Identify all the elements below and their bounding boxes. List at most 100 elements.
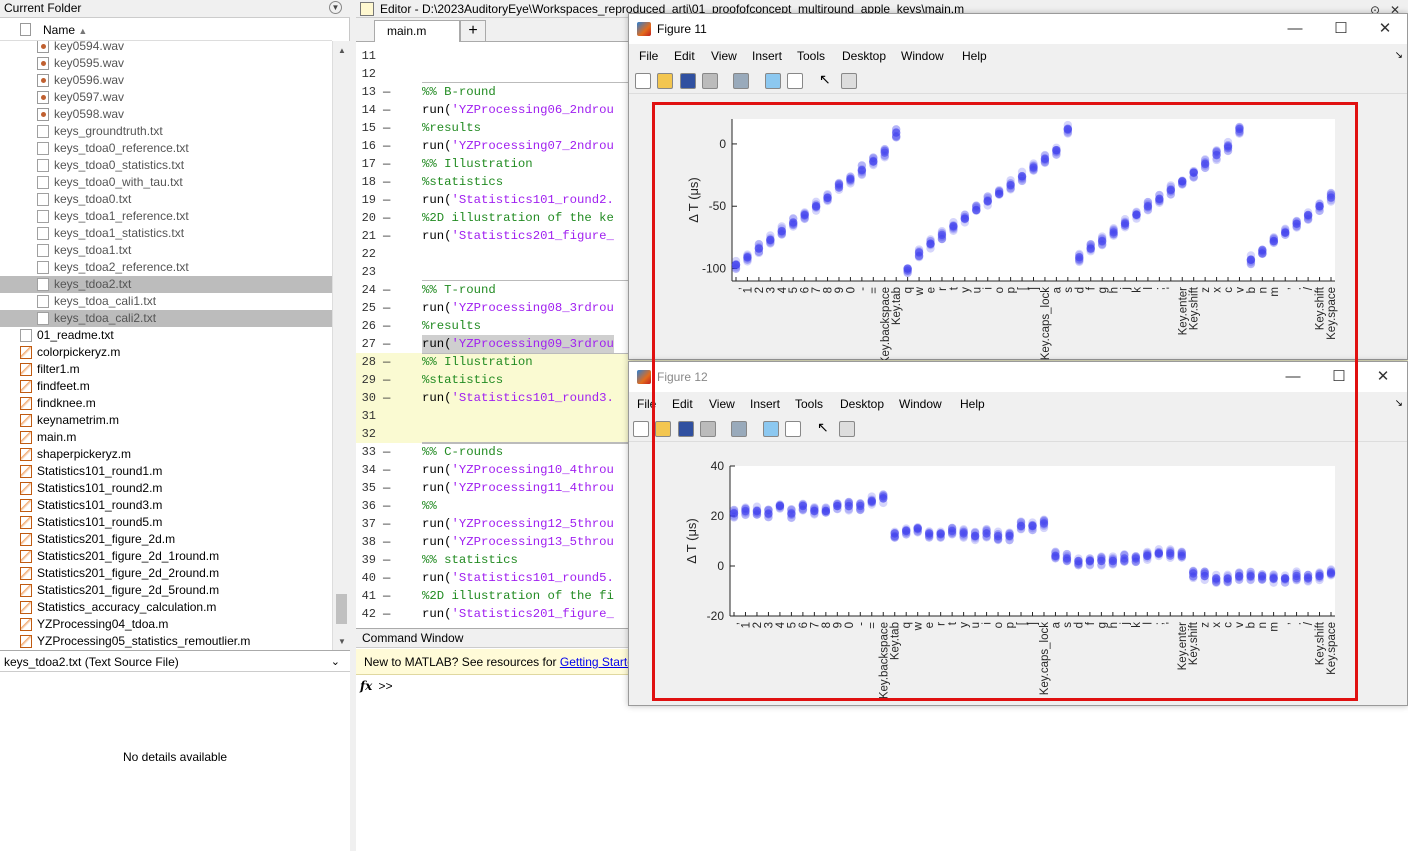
minimize-button[interactable]: — xyxy=(1273,14,1317,44)
file-list-item[interactable]: keys_groundtruth.txt xyxy=(0,123,332,140)
file-list-item[interactable]: Statistics201_figure_2d_5round.m xyxy=(0,582,332,599)
file-list-item[interactable]: keys_tdoa0_reference.txt xyxy=(0,140,332,157)
close-button[interactable]: ✕ xyxy=(1361,362,1405,392)
breakpoint-marker[interactable]: — xyxy=(383,209,390,227)
breakpoint-marker[interactable]: — xyxy=(383,479,390,497)
breakpoint-marker[interactable]: — xyxy=(383,191,390,209)
file-list-item[interactable]: Statistics101_round2.m xyxy=(0,480,332,497)
breakpoint-marker[interactable]: — xyxy=(383,281,390,299)
breakpoint-marker[interactable]: — xyxy=(383,569,390,587)
breakpoint-marker[interactable]: — xyxy=(383,551,390,569)
menu-file[interactable]: File xyxy=(639,44,658,68)
breakpoint-marker[interactable]: — xyxy=(383,83,390,101)
breakpoint-marker[interactable]: — xyxy=(383,317,390,335)
breakpoint-marker[interactable]: — xyxy=(383,533,390,551)
save-icon[interactable] xyxy=(680,73,696,89)
menu-window[interactable]: Window xyxy=(901,44,944,68)
menu-view[interactable]: View xyxy=(711,44,737,68)
breakpoint-marker[interactable]: — xyxy=(383,587,390,605)
breakpoint-marker[interactable]: — xyxy=(383,389,390,407)
breakpoint-marker[interactable]: — xyxy=(383,299,390,317)
print-icon[interactable] xyxy=(702,73,718,89)
figure-11-titlebar[interactable]: Figure 11 — ☐ ✕ xyxy=(629,14,1407,44)
breakpoint-marker[interactable]: — xyxy=(383,155,390,173)
file-list-item[interactable]: key0598.wav xyxy=(0,106,332,123)
file-list-item[interactable]: keys_tdoa1_statistics.txt xyxy=(0,225,332,242)
maximize-button[interactable]: ☐ xyxy=(1319,14,1363,44)
file-list-item[interactable]: YZProcessing04_tdoa.m xyxy=(0,616,332,633)
file-list-item[interactable]: keys_tdoa2.txt xyxy=(0,276,332,293)
file-list-item[interactable]: keys_tdoa_cali2.txt xyxy=(0,310,332,327)
breakpoint-marker[interactable]: — xyxy=(383,371,390,389)
file-list-item[interactable]: key0596.wav xyxy=(0,72,332,89)
breakpoint-marker[interactable]: — xyxy=(383,101,390,119)
breakpoint-marker[interactable]: — xyxy=(383,137,390,155)
scroll-down-icon[interactable]: ▼ xyxy=(338,637,346,646)
file-list-item[interactable]: findfeet.m xyxy=(0,378,332,395)
file-list-item[interactable]: keys_tdoa2_reference.txt xyxy=(0,259,332,276)
scroll-up-icon[interactable]: ▲ xyxy=(338,46,346,55)
breakpoint-marker[interactable]: — xyxy=(383,335,390,353)
file-list[interactable]: key0594.wav key0595.wav key0596.wav key0597… xyxy=(0,41,332,650)
breakpoint-marker[interactable]: — xyxy=(383,119,390,137)
file-list-item[interactable]: Statistics_accuracy_calculation.m xyxy=(0,599,332,616)
menu-help[interactable]: Help xyxy=(962,44,987,68)
close-button[interactable]: ✕ xyxy=(1363,14,1407,44)
name-column-header[interactable]: Name ▲ xyxy=(43,23,87,37)
file-list-item[interactable]: main.m xyxy=(0,429,332,446)
breakpoint-marker[interactable]: — xyxy=(383,227,390,245)
file-list-item[interactable]: Statistics101_round3.m xyxy=(0,497,332,514)
file-list-item[interactable]: keys_tdoa0_with_tau.txt xyxy=(0,174,332,191)
file-list-item[interactable]: keys_tdoa1.txt xyxy=(0,242,332,259)
file-list-item[interactable]: keys_tdoa0.txt xyxy=(0,191,332,208)
breakpoint-marker[interactable]: — xyxy=(383,353,390,371)
file-list-item[interactable]: colorpickeryz.m xyxy=(0,344,332,361)
legend-icon[interactable] xyxy=(787,73,803,89)
file-list-scrollbar[interactable]: ▲ ▼ xyxy=(332,41,350,650)
file-list-item[interactable]: keynametrim.m xyxy=(0,412,332,429)
file-list-item[interactable]: filter1.m xyxy=(0,361,332,378)
command-prompt[interactable]: fx >> xyxy=(360,679,393,694)
panel-actions-icon[interactable]: ▼ xyxy=(329,1,342,14)
menu-desktop[interactable]: Desktop xyxy=(842,44,886,68)
file-list-item[interactable]: key0597.wav xyxy=(0,89,332,106)
file-list-item[interactable]: keys_tdoa0_statistics.txt xyxy=(0,157,332,174)
menu-edit[interactable]: Edit xyxy=(674,44,695,68)
property-inspector-icon[interactable] xyxy=(841,73,857,89)
file-list-item[interactable]: keys_tdoa1_reference.txt xyxy=(0,208,332,225)
new-figure-icon[interactable] xyxy=(635,73,651,89)
breakpoint-marker[interactable]: — xyxy=(383,605,390,623)
file-list-item[interactable]: Statistics201_figure_2d.m xyxy=(0,531,332,548)
scroll-thumb[interactable] xyxy=(336,594,347,624)
colorbar-icon[interactable] xyxy=(765,73,781,89)
dock-arrow-icon[interactable]: ↘ xyxy=(1395,398,1403,409)
breakpoint-marker[interactable]: — xyxy=(383,461,390,479)
file-list-item[interactable]: key0594.wav xyxy=(0,41,332,55)
file-list-item[interactable]: 01_readme.txt xyxy=(0,327,332,344)
file-list-item[interactable]: Statistics201_figure_2d_2round.m xyxy=(0,565,332,582)
menu-tools[interactable]: Tools xyxy=(797,44,825,68)
link-plot-icon[interactable] xyxy=(733,73,749,89)
file-list-item[interactable]: key0595.wav xyxy=(0,55,332,72)
file-list-item[interactable]: findknee.m xyxy=(0,395,332,412)
details-header[interactable]: keys_tdoa2.txt (Text Source File) ⌄ xyxy=(0,650,350,672)
breakpoint-marker[interactable]: — xyxy=(383,173,390,191)
file-list-item[interactable]: keys_tdoa_cali1.txt xyxy=(0,293,332,310)
breakpoint-marker[interactable]: — xyxy=(383,515,390,533)
dock-arrow-icon[interactable]: ↘ xyxy=(1395,50,1403,61)
file-list-item[interactable]: Statistics101_round1.m xyxy=(0,463,332,480)
function-browser-icon[interactable]: fx xyxy=(360,679,372,693)
breakpoint-marker[interactable]: — xyxy=(383,497,390,515)
file-list-item[interactable]: shaperpickeryz.m xyxy=(0,446,332,463)
file-list-header[interactable]: Name ▲ xyxy=(0,19,332,41)
add-tab-button[interactable]: + xyxy=(460,20,486,42)
chevron-down-icon[interactable]: ⌄ xyxy=(331,651,340,673)
menu-insert[interactable]: Insert xyxy=(752,44,782,68)
file-list-item[interactable]: Statistics201_figure_2d_1round.m xyxy=(0,548,332,565)
open-file-icon[interactable] xyxy=(657,73,673,89)
file-list-item[interactable]: Statistics101_round5.m xyxy=(0,514,332,531)
file-list-item[interactable]: YZProcessing05_statistics_remoutlier.m xyxy=(0,633,332,650)
new-figure-icon[interactable] xyxy=(633,421,649,437)
breakpoint-marker[interactable]: — xyxy=(383,443,390,461)
pointer-icon[interactable]: ↖ xyxy=(819,71,835,87)
